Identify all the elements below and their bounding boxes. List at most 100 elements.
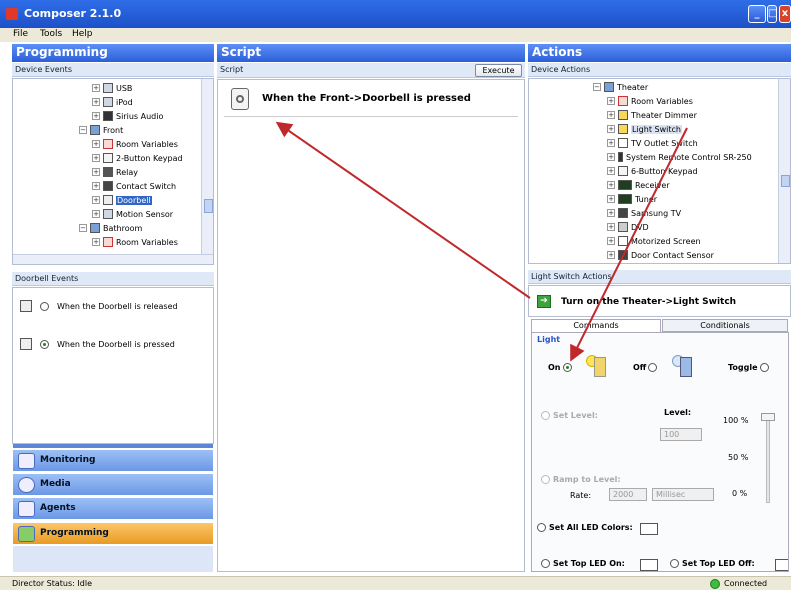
nav-agents[interactable]: Agents <box>13 497 213 519</box>
action-tree-6-button-keypad[interactable]: +6-Button Keypad <box>607 166 698 176</box>
tab-conditionals[interactable]: Conditionals <box>662 319 788 332</box>
script-statement[interactable]: When the Front->Doorbell is pressed <box>262 93 471 104</box>
action-tree-system-remote[interactable]: + System Remote Control SR-250 <box>607 152 752 162</box>
screen-icon <box>618 236 628 246</box>
toggle-radio[interactable] <box>759 363 769 372</box>
set-level-option[interactable]: Set Level: <box>541 411 598 420</box>
action-tree-theater-dimmer[interactable]: + Theater Dimmer <box>607 110 697 120</box>
app-icon <box>6 8 18 20</box>
event-doorbell-released[interactable]: When the Doorbell is released <box>20 300 178 312</box>
level-label: Level: <box>664 408 692 417</box>
event-pressed-radio[interactable] <box>40 339 49 349</box>
ramp-radio[interactable] <box>541 475 550 484</box>
tree-item-front[interactable]: − Front <box>79 125 123 135</box>
tree-item-room-variables[interactable]: + Room Variables <box>92 237 178 247</box>
device-events-label: Device Events <box>12 63 214 77</box>
current-action-text[interactable]: Turn on the Theater->Light Switch <box>561 297 736 307</box>
action-tree-dvd[interactable]: + DVD <box>607 222 649 232</box>
action-tree-light-switch[interactable]: + Light Switch <box>607 124 682 134</box>
keypad-icon <box>618 166 628 176</box>
top-led-on-color-swatch[interactable] <box>640 559 658 571</box>
action-tree-samsung-tv[interactable]: + Samsung TV <box>607 208 681 218</box>
execute-button[interactable]: Execute <box>475 64 522 77</box>
set-top-led-on-radio[interactable] <box>541 559 550 568</box>
light-on-icon <box>586 353 608 379</box>
tree-item-2-button-keypad[interactable]: +2-Button Keypad <box>92 153 183 163</box>
script-divider <box>224 116 518 117</box>
room-icon <box>604 82 614 92</box>
tree-item-doorbell[interactable]: + Doorbell <box>92 195 152 205</box>
menu-help[interactable]: Help <box>72 29 93 39</box>
nav-splitter[interactable] <box>13 444 213 448</box>
tree-item-contact-switch[interactable]: + Contact Switch <box>92 181 176 191</box>
actions-header: Actions <box>528 44 791 62</box>
tree-item-room-variables[interactable]: + Room Variables <box>92 139 178 149</box>
room-variables-icon <box>103 237 113 247</box>
set-all-led-radio[interactable] <box>537 523 546 532</box>
rate-unit-select[interactable]: Millisec <box>652 488 714 501</box>
maximize-button[interactable]: □ <box>767 5 777 23</box>
doorbell-events-header: Doorbell Events <box>12 272 214 286</box>
tree-item-relay[interactable]: + Relay <box>92 167 138 177</box>
agents-icon <box>18 501 35 517</box>
tree-item-usb[interactable]: + USB <box>92 83 132 93</box>
rate-input[interactable]: 2000 <box>609 488 647 501</box>
level-input[interactable]: 100 <box>660 428 702 441</box>
set-top-led-off-option[interactable]: Set Top LED Off: <box>670 559 755 568</box>
slider-tick-0: 0 % <box>732 489 748 498</box>
menu-tools[interactable]: Tools <box>40 29 62 39</box>
nav-footer <box>13 546 213 572</box>
doorbell-events-list: When the Doorbell is released When the D… <box>12 287 214 444</box>
tree-horizontal-scrollbar[interactable] <box>13 254 213 264</box>
all-led-color-swatch[interactable] <box>640 523 658 535</box>
tree-item-sirius-audio[interactable]: + Sirius Audio <box>92 111 163 121</box>
level-slider-track[interactable] <box>766 415 770 503</box>
light-switch-icon <box>618 124 628 134</box>
action-tree-tuner[interactable]: + Tuner <box>607 194 657 204</box>
light-switch-actions-header: Light Switch Actions <box>528 270 791 284</box>
action-tree-theater[interactable]: − Theater <box>593 82 648 92</box>
ramp-option[interactable]: Ramp to Level: <box>541 475 621 484</box>
relay-icon <box>103 167 113 177</box>
actions-tree-scrollbar[interactable] <box>778 79 790 263</box>
room-icon <box>90 223 100 233</box>
action-tree-tv-outlet-switch[interactable]: + TV Outlet Switch <box>607 138 698 148</box>
off-radio[interactable] <box>648 363 658 372</box>
event-released-radio[interactable] <box>40 301 49 311</box>
slider-tick-100: 100 % <box>723 416 749 425</box>
off-option[interactable]: Off <box>633 363 658 372</box>
doorbell-icon <box>20 300 32 312</box>
toggle-option[interactable]: Toggle <box>728 363 769 372</box>
nav-media[interactable]: Media <box>13 473 213 495</box>
top-led-off-color-swatch[interactable] <box>775 559 788 571</box>
close-button[interactable]: x <box>779 5 791 23</box>
status-bar: Director Status: Idle Connected <box>0 576 791 590</box>
doorbell-icon <box>231 88 249 110</box>
set-level-radio[interactable] <box>541 411 550 420</box>
tree-item-motion-sensor[interactable]: + Motion Sensor <box>92 209 173 219</box>
tree-item-bathroom[interactable]: − Bathroom <box>79 223 142 233</box>
set-all-led-option[interactable]: Set All LED Colors: <box>537 523 633 532</box>
event-doorbell-pressed[interactable]: When the Doorbell is pressed <box>20 338 175 350</box>
monitoring-icon <box>18 453 35 469</box>
action-tree-door-contact-sensor[interactable]: + Door Contact Sensor <box>607 250 714 260</box>
set-top-led-on-option[interactable]: Set Top LED On: <box>541 559 625 568</box>
nav-programming[interactable]: Programming <box>13 522 213 544</box>
minimize-button[interactable]: _ <box>748 5 766 23</box>
level-slider-thumb[interactable] <box>761 413 775 421</box>
action-tree-motorized-screen[interactable]: + Motorized Screen <box>607 236 701 246</box>
set-top-led-off-radio[interactable] <box>670 559 679 568</box>
menu-file[interactable]: File <box>13 29 28 39</box>
nav-monitoring[interactable]: Monitoring <box>13 449 213 471</box>
action-tree-room-variables[interactable]: + Room Variables <box>607 96 693 106</box>
arrow-right-icon: ➔ <box>537 295 551 308</box>
action-tree-receiver[interactable]: + Receiver <box>607 180 670 190</box>
tree-item-ipod[interactable]: + iPod <box>92 97 133 107</box>
on-option[interactable]: On <box>548 363 572 372</box>
director-status: Director Status: Idle <box>12 579 92 588</box>
tree-vertical-scrollbar[interactable] <box>201 79 213 254</box>
light-off-icon <box>672 353 696 379</box>
on-radio[interactable] <box>562 363 572 372</box>
current-action-row: ➔ Turn on the Theater->Light Switch <box>528 285 791 317</box>
tab-commands[interactable]: Commands <box>531 319 661 332</box>
